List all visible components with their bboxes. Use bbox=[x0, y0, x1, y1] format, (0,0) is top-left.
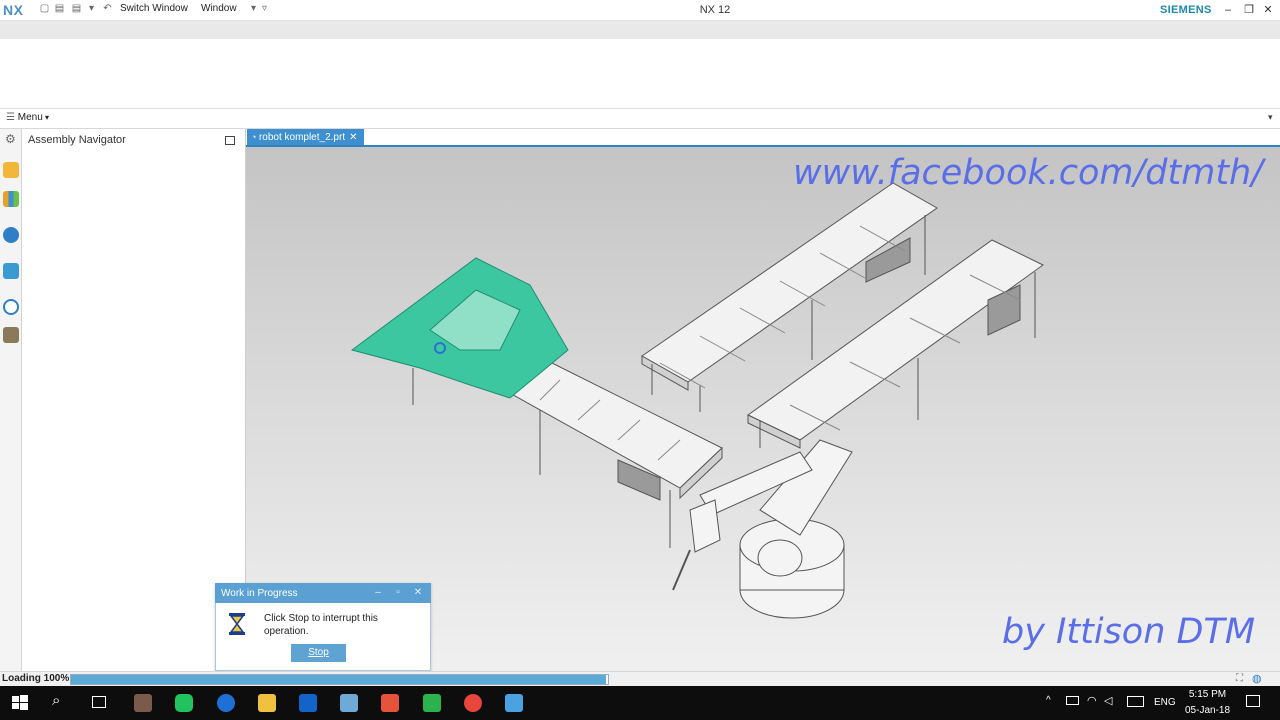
chevron-up-icon[interactable]: ^ bbox=[1046, 695, 1051, 706]
dropdown-arrow-icon[interactable]: ▾ bbox=[85, 3, 98, 15]
history-palette-icon[interactable] bbox=[3, 263, 19, 279]
clock-icon[interactable] bbox=[3, 299, 19, 315]
dialog-minimize-icon[interactable]: – bbox=[371, 587, 385, 599]
menu-button[interactable]: ☰ Menu ▾ bbox=[6, 112, 49, 123]
dialog-message: Click Stop to interrupt this operation. bbox=[264, 613, 378, 637]
keyboard-icon[interactable] bbox=[1127, 696, 1144, 707]
document-tab-strip bbox=[246, 129, 1280, 147]
language-indicator[interactable]: ENG bbox=[1154, 697, 1176, 708]
navigator-title: Assembly Navigator bbox=[28, 134, 126, 146]
minimize-icon[interactable]: – bbox=[1218, 2, 1238, 18]
undo-icon[interactable]: ↶ bbox=[101, 3, 114, 15]
clock-time[interactable]: 5:15 PM bbox=[1185, 689, 1230, 700]
assembly-navigator-panel bbox=[22, 129, 246, 671]
chevron-down-icon: ▾ bbox=[42, 113, 50, 122]
assembly-navigator-icon[interactable] bbox=[3, 162, 19, 178]
edge-browser-icon[interactable] bbox=[217, 694, 235, 712]
wifi-icon[interactable]: ◠ bbox=[1087, 694, 1097, 707]
maximize-panel-icon[interactable] bbox=[225, 136, 235, 145]
green-app-icon[interactable] bbox=[423, 694, 441, 712]
tab-robot-komplet[interactable]: ◔ robot komplet_2.prt ✕ bbox=[247, 129, 364, 145]
resource-bar bbox=[0, 129, 22, 671]
app-avatar-icon[interactable] bbox=[134, 694, 152, 712]
toolbar-overflow-icon[interactable]: ▾ bbox=[1268, 112, 1273, 123]
task-view-icon[interactable] bbox=[92, 696, 106, 708]
globe-icon[interactable]: ◍ bbox=[1252, 672, 1262, 685]
watermark-url: www.facebook.com/dtmth/ bbox=[793, 153, 1264, 193]
progress-fill bbox=[71, 675, 606, 684]
app-title: NX 12 bbox=[699, 4, 731, 16]
dialog-maximize-icon[interactable]: ▫ bbox=[391, 587, 405, 599]
siemens-logo: SIEMENS bbox=[1160, 4, 1212, 16]
part-file-icon: ◔ bbox=[251, 132, 259, 142]
menu-bar bbox=[0, 109, 1280, 129]
nx-app-icon[interactable] bbox=[340, 694, 358, 712]
dialog-close-icon[interactable]: ✕ bbox=[411, 587, 425, 599]
web-browser-icon[interactable] bbox=[3, 227, 19, 243]
window-menu[interactable]: Window bbox=[201, 3, 237, 14]
ribbon-tabs bbox=[0, 21, 1280, 39]
resource-bar-settings-icon[interactable]: ⚙ bbox=[5, 132, 16, 146]
title-bar bbox=[0, 0, 1280, 21]
open-folder-icon[interactable]: ▤ bbox=[53, 3, 66, 15]
ribbon bbox=[0, 39, 1280, 109]
menu-icon: ☰ bbox=[6, 112, 18, 123]
line-app-icon[interactable] bbox=[175, 694, 193, 712]
status-text: Loading 100% bbox=[2, 673, 70, 684]
file-explorer-icon[interactable] bbox=[258, 694, 276, 712]
watermark-author: by Ittison DTM bbox=[1002, 612, 1256, 652]
part-navigator-icon[interactable] bbox=[3, 191, 19, 207]
clock-date[interactable]: 05-Jan-18 bbox=[1180, 705, 1235, 716]
highlighted-fixture bbox=[350, 257, 569, 399]
fullscreen-icon[interactable]: ⛶ bbox=[1236, 673, 1243, 684]
close-tab-icon[interactable]: ✕ bbox=[349, 132, 357, 143]
recent-folder-icon[interactable]: ▤ bbox=[70, 3, 83, 15]
close-icon[interactable]: ✕ bbox=[1258, 2, 1278, 18]
dialog-title: Work in Progress bbox=[221, 588, 298, 599]
chrome-icon[interactable] bbox=[464, 694, 482, 712]
volume-icon[interactable]: ◁ bbox=[1104, 694, 1112, 707]
windows-start-icon[interactable] bbox=[11, 694, 29, 712]
battery-icon[interactable] bbox=[1066, 696, 1079, 705]
menu-label: Menu bbox=[17, 112, 43, 123]
customize-quick-access-icon[interactable]: ▿ bbox=[258, 3, 271, 15]
nx-logo: NX bbox=[3, 2, 24, 18]
stop-button[interactable]: Stop bbox=[291, 644, 346, 662]
pinned-app-icon[interactable] bbox=[505, 694, 523, 712]
restore-icon[interactable]: ❐ bbox=[1239, 2, 1259, 18]
outlook-icon[interactable] bbox=[299, 694, 317, 712]
notifications-icon[interactable] bbox=[1246, 695, 1260, 707]
conveyor-3 bbox=[507, 357, 723, 548]
red-app-icon[interactable] bbox=[381, 694, 399, 712]
new-file-icon[interactable]: ▢ bbox=[38, 3, 51, 15]
role-icon[interactable] bbox=[3, 327, 19, 343]
hourglass-icon bbox=[229, 613, 245, 635]
tab-label: robot komplet_2.prt bbox=[258, 132, 346, 143]
switch-window-button[interactable]: Switch Window bbox=[120, 3, 188, 14]
search-icon[interactable]: ⌕ bbox=[52, 692, 60, 709]
